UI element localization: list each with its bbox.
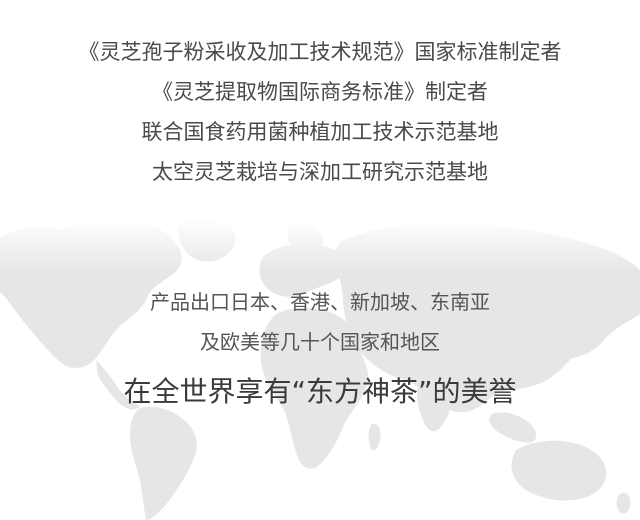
reputation-headline: 在全世界享有“东方神茶”的美誉: [123, 375, 517, 408]
page: 《灵芝孢子粉采收及加工技术规范》国家标准制定者 《灵芝提取物国际商务标准》制定者…: [0, 0, 640, 520]
credential-national-standard: 《灵芝孢子粉采收及加工技术规范》国家标准制定者: [78, 40, 562, 64]
export-countries-line-2: 及欧美等几十个国家和地区: [200, 330, 440, 354]
credential-un-demonstration-base: 联合国食药用菌种植加工技术示范基地: [141, 120, 499, 144]
credential-international-standard: 《灵芝提取物国际商务标准》制定者: [152, 80, 488, 104]
credential-space-cultivation-base: 太空灵芝栽培与深加工研究示范基地: [152, 160, 488, 184]
export-countries-line-1: 产品出口日本、香港、新加坡、东南亚: [150, 290, 490, 314]
credentials-list: 《灵芝孢子粉采收及加工技术规范》国家标准制定者 《灵芝提取物国际商务标准》制定者…: [0, 32, 640, 192]
export-statement: 产品出口日本、香港、新加坡、东南亚 及欧美等几十个国家和地区 在全世界享有“东方…: [0, 282, 640, 420]
